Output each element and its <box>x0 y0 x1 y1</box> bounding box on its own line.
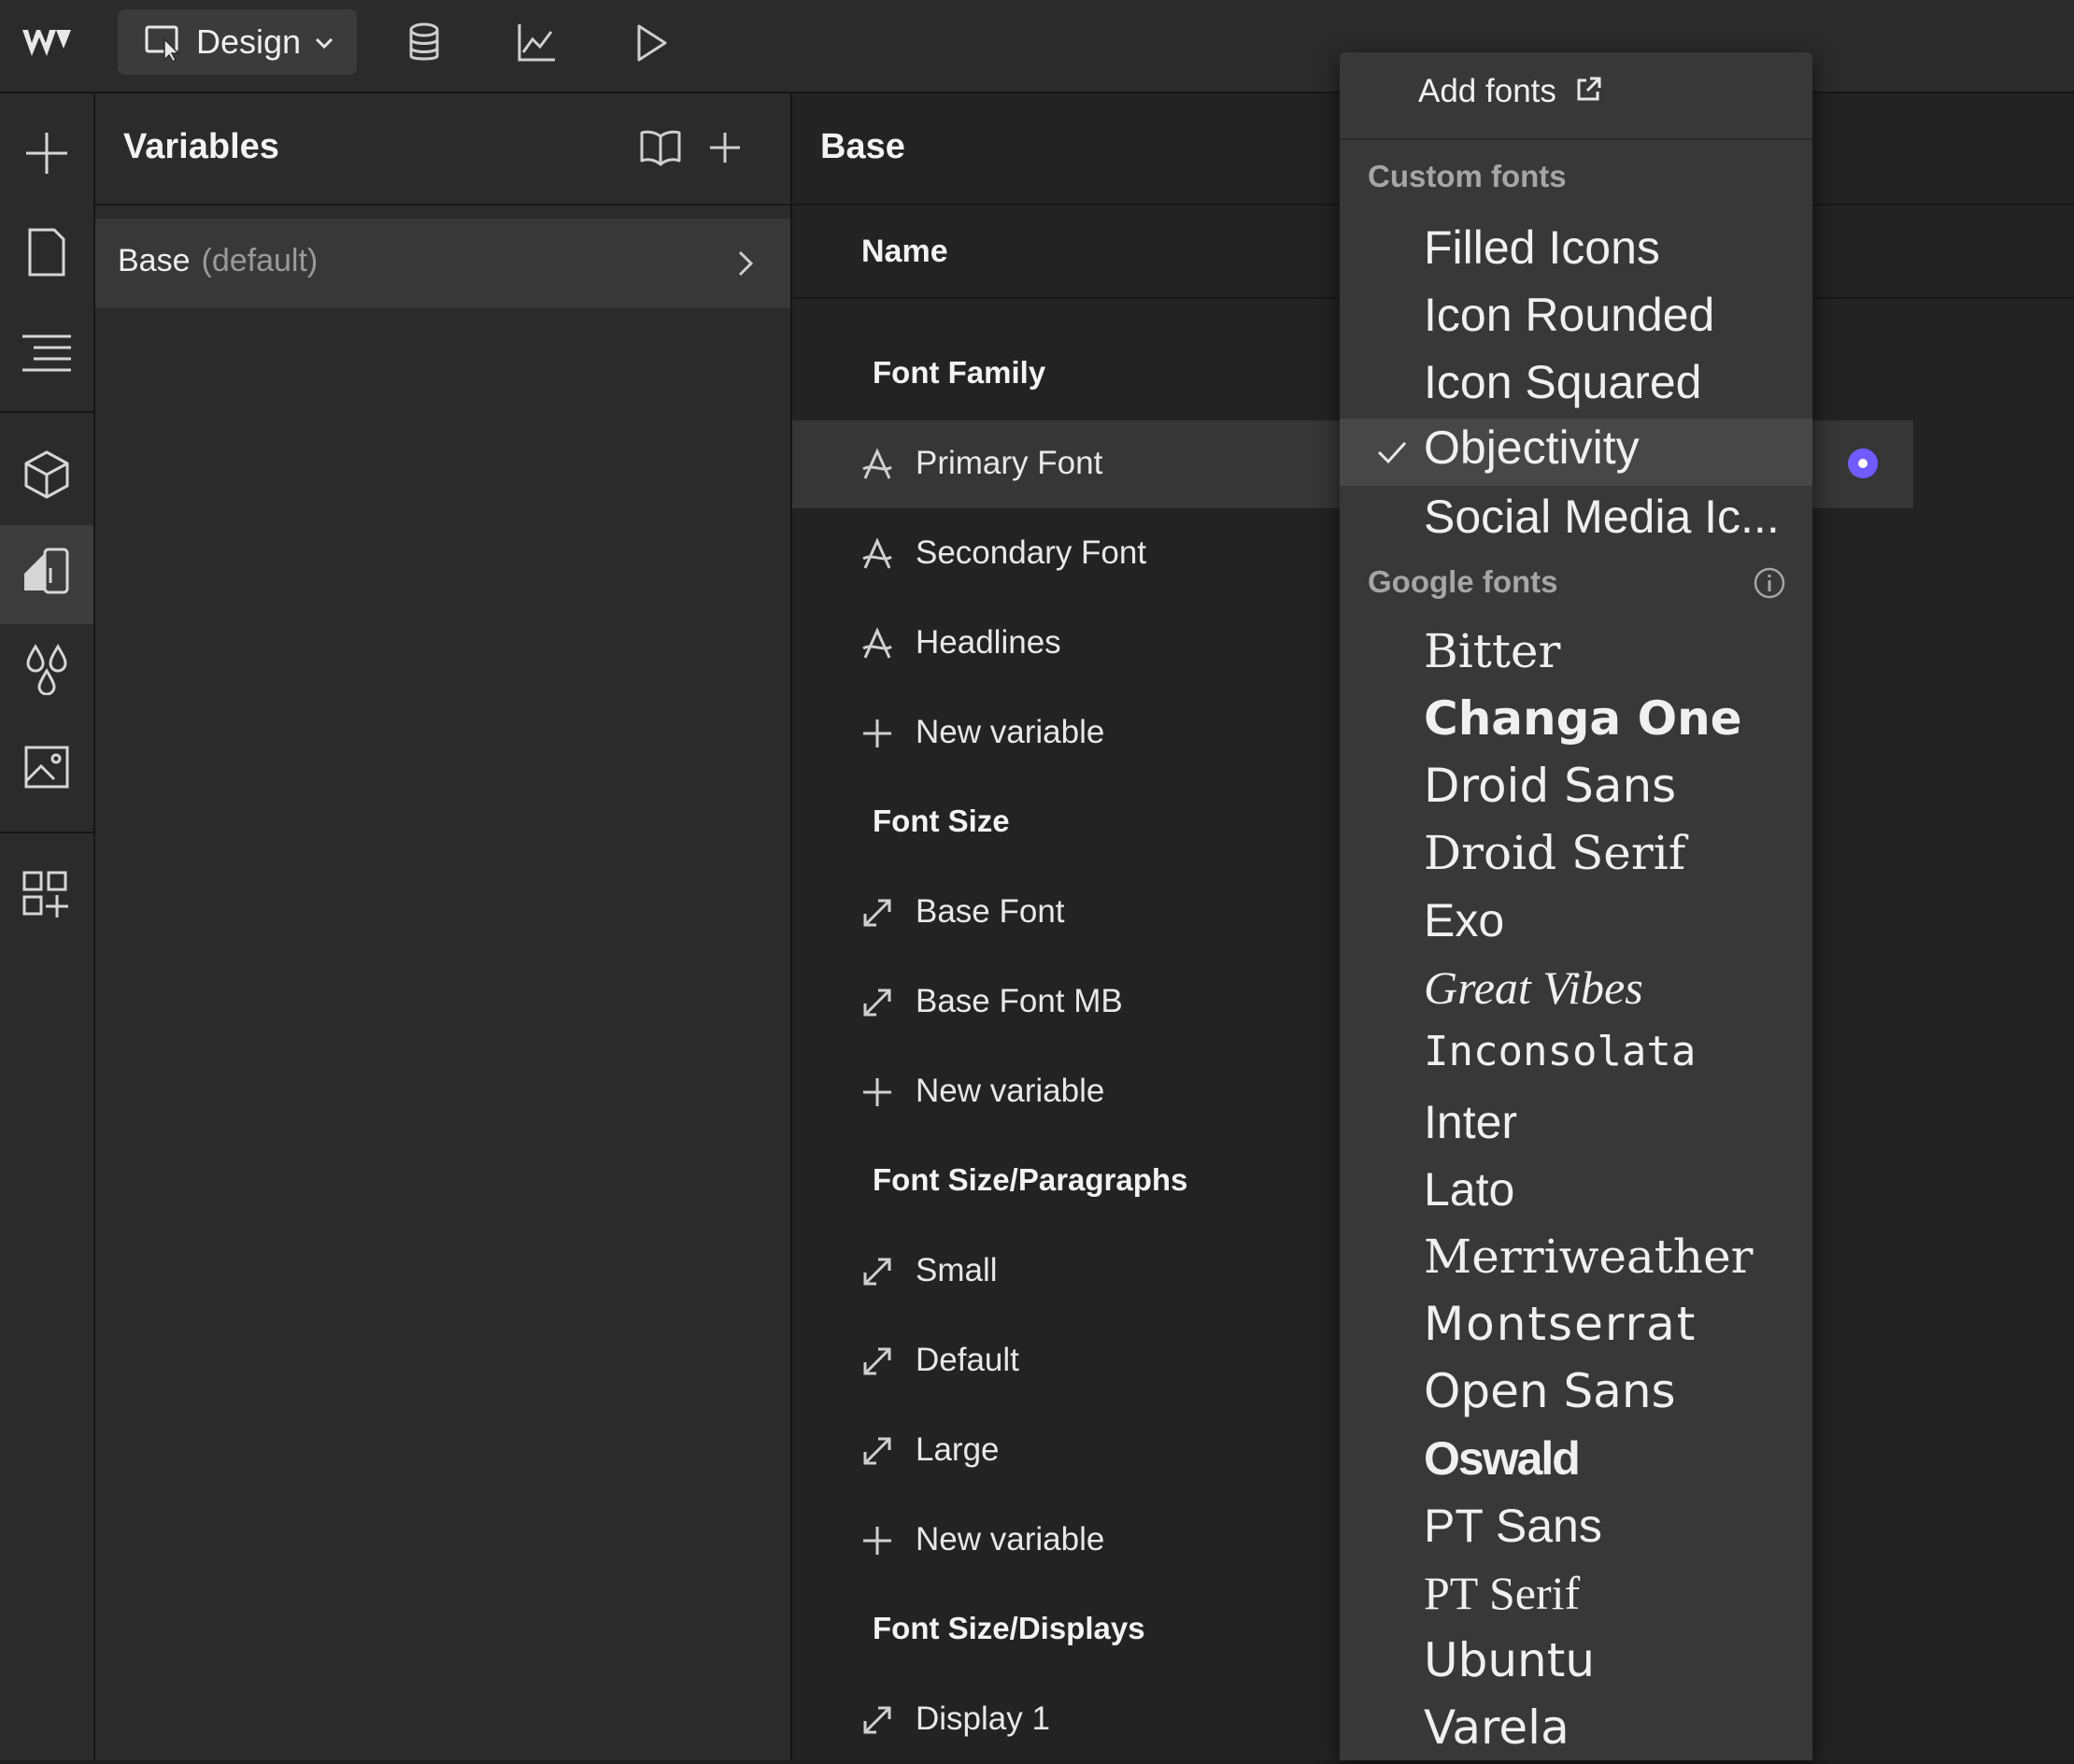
styles-drops-icon[interactable] <box>21 643 73 695</box>
font-option-varela[interactable]: Varela <box>1424 1700 1570 1755</box>
custom-fonts-heading: Custom fonts <box>1368 159 1567 194</box>
add-fonts-label: Add fonts <box>1418 73 1556 109</box>
check-icon <box>1375 435 1409 469</box>
selected-radio-indicator[interactable] <box>1848 448 1878 478</box>
dropdown-divider <box>1340 138 1812 140</box>
add-collection-plus-icon[interactable] <box>708 131 742 164</box>
name-column-header: Name <box>861 234 948 270</box>
variable-name: Secondary Font <box>916 534 1146 572</box>
collection-row-base[interactable]: Base (default) <box>95 219 790 308</box>
font-option-social-media-icons[interactable]: Social Media Ic... <box>1424 490 1780 544</box>
font-option-pt-sans[interactable]: PT Sans <box>1424 1499 1602 1553</box>
resize-arrows-icon <box>861 1256 893 1287</box>
font-option-bitter[interactable]: Bitter <box>1424 624 1560 678</box>
info-icon[interactable] <box>1753 566 1786 600</box>
variable-name: Large <box>916 1431 1000 1469</box>
font-option-montserrat[interactable]: Montserrat <box>1424 1297 1697 1351</box>
toolbar-divider <box>0 411 93 413</box>
resize-arrows-icon <box>861 897 893 929</box>
pages-icon[interactable] <box>21 226 73 278</box>
collection-default-tag: (default) <box>202 243 319 278</box>
new-variable-label: New variable <box>916 714 1104 751</box>
font-a-icon <box>861 628 893 660</box>
resize-arrows-icon <box>861 1435 893 1467</box>
navigator-icon[interactable] <box>21 325 73 377</box>
mode-label: Design <box>196 22 301 62</box>
variable-name: Base Font <box>916 893 1065 931</box>
font-option-icon-rounded[interactable]: Icon Rounded <box>1424 288 1714 342</box>
assets-image-icon[interactable] <box>21 740 73 792</box>
group-heading: Font Size/Displays <box>873 1611 1145 1646</box>
plus-icon <box>861 1525 893 1557</box>
font-option-inter[interactable]: Inter <box>1424 1095 1517 1149</box>
font-option-filled-icons[interactable]: Filled Icons <box>1424 220 1660 275</box>
group-heading: Font Family <box>873 355 1045 391</box>
font-option-icon-squared[interactable]: Icon Squared <box>1424 355 1701 409</box>
font-option-objectivity[interactable]: Objectivity <box>1424 420 1640 475</box>
variable-name: Base Font MB <box>916 983 1123 1020</box>
new-variable-label: New variable <box>916 1073 1104 1110</box>
font-a-icon <box>861 448 893 480</box>
collection-title: Base <box>820 127 905 167</box>
chevron-down-icon <box>314 36 334 50</box>
collection-name: Base <box>118 243 191 278</box>
plus-icon <box>861 1076 893 1108</box>
font-option-oswald[interactable]: Oswald <box>1424 1431 1579 1486</box>
font-option-pt-serif[interactable]: PT Serif <box>1424 1566 1580 1620</box>
external-link-icon <box>1575 75 1603 103</box>
font-option-exo[interactable]: Exo <box>1424 893 1504 947</box>
font-option-changa-one[interactable]: Changa One <box>1424 691 1742 746</box>
cms-database-icon[interactable] <box>402 21 447 65</box>
add-plus-icon[interactable] <box>21 127 73 179</box>
play-preview-icon[interactable] <box>628 21 673 65</box>
resize-arrows-icon <box>861 1345 893 1377</box>
left-toolbar <box>0 93 95 1760</box>
font-option-lato[interactable]: Lato <box>1424 1162 1514 1216</box>
variable-name: Default <box>916 1342 1019 1379</box>
variables-panel: Variables Base (default) <box>95 93 792 1760</box>
google-fonts-heading: Google fonts <box>1368 564 1557 600</box>
font-picker-dropdown: Add fonts Custom fonts Filled Icons Icon… <box>1340 52 1812 1760</box>
variables-icon[interactable] <box>21 546 73 598</box>
resize-arrows-icon <box>861 987 893 1018</box>
font-option-ubuntu[interactable]: Ubuntu <box>1424 1633 1595 1687</box>
cursor-square-icon <box>144 24 185 62</box>
webflow-logo-icon[interactable] <box>19 21 75 65</box>
group-heading: Font Size <box>873 804 1010 839</box>
plus-icon <box>861 718 893 749</box>
components-cube-icon[interactable] <box>21 448 73 501</box>
analytics-chart-icon[interactable] <box>514 21 559 65</box>
variable-name: Small <box>916 1252 998 1289</box>
panel-divider <box>95 204 790 206</box>
variable-name: Headlines <box>916 624 1061 662</box>
font-option-inconsolata[interactable]: Inconsolata <box>1424 1028 1696 1075</box>
font-option-great-vibes[interactable]: Great Vibes <box>1424 960 1643 1015</box>
font-option-open-sans[interactable]: Open Sans <box>1424 1364 1676 1418</box>
new-variable-label: New variable <box>916 1521 1104 1558</box>
variable-name: Primary Font <box>916 445 1102 482</box>
add-fonts-link[interactable]: Add fonts <box>1418 73 1603 110</box>
font-option-droid-serif[interactable]: Droid Serif <box>1424 826 1685 880</box>
apps-grid-plus-icon[interactable] <box>21 869 73 921</box>
book-docs-icon[interactable] <box>639 129 682 166</box>
design-mode-button[interactable]: Design <box>118 9 357 75</box>
panel-title: Variables <box>123 127 279 167</box>
group-heading: Font Size/Paragraphs <box>873 1162 1187 1198</box>
font-option-merriweather[interactable]: Merriweather <box>1424 1230 1754 1284</box>
chevron-right-icon <box>736 249 755 278</box>
resize-arrows-icon <box>861 1704 893 1736</box>
variable-name: Display 1 <box>916 1700 1050 1738</box>
toolbar-divider <box>0 832 93 833</box>
font-a-icon <box>861 538 893 570</box>
font-option-droid-sans[interactable]: Droid Sans <box>1424 759 1676 813</box>
